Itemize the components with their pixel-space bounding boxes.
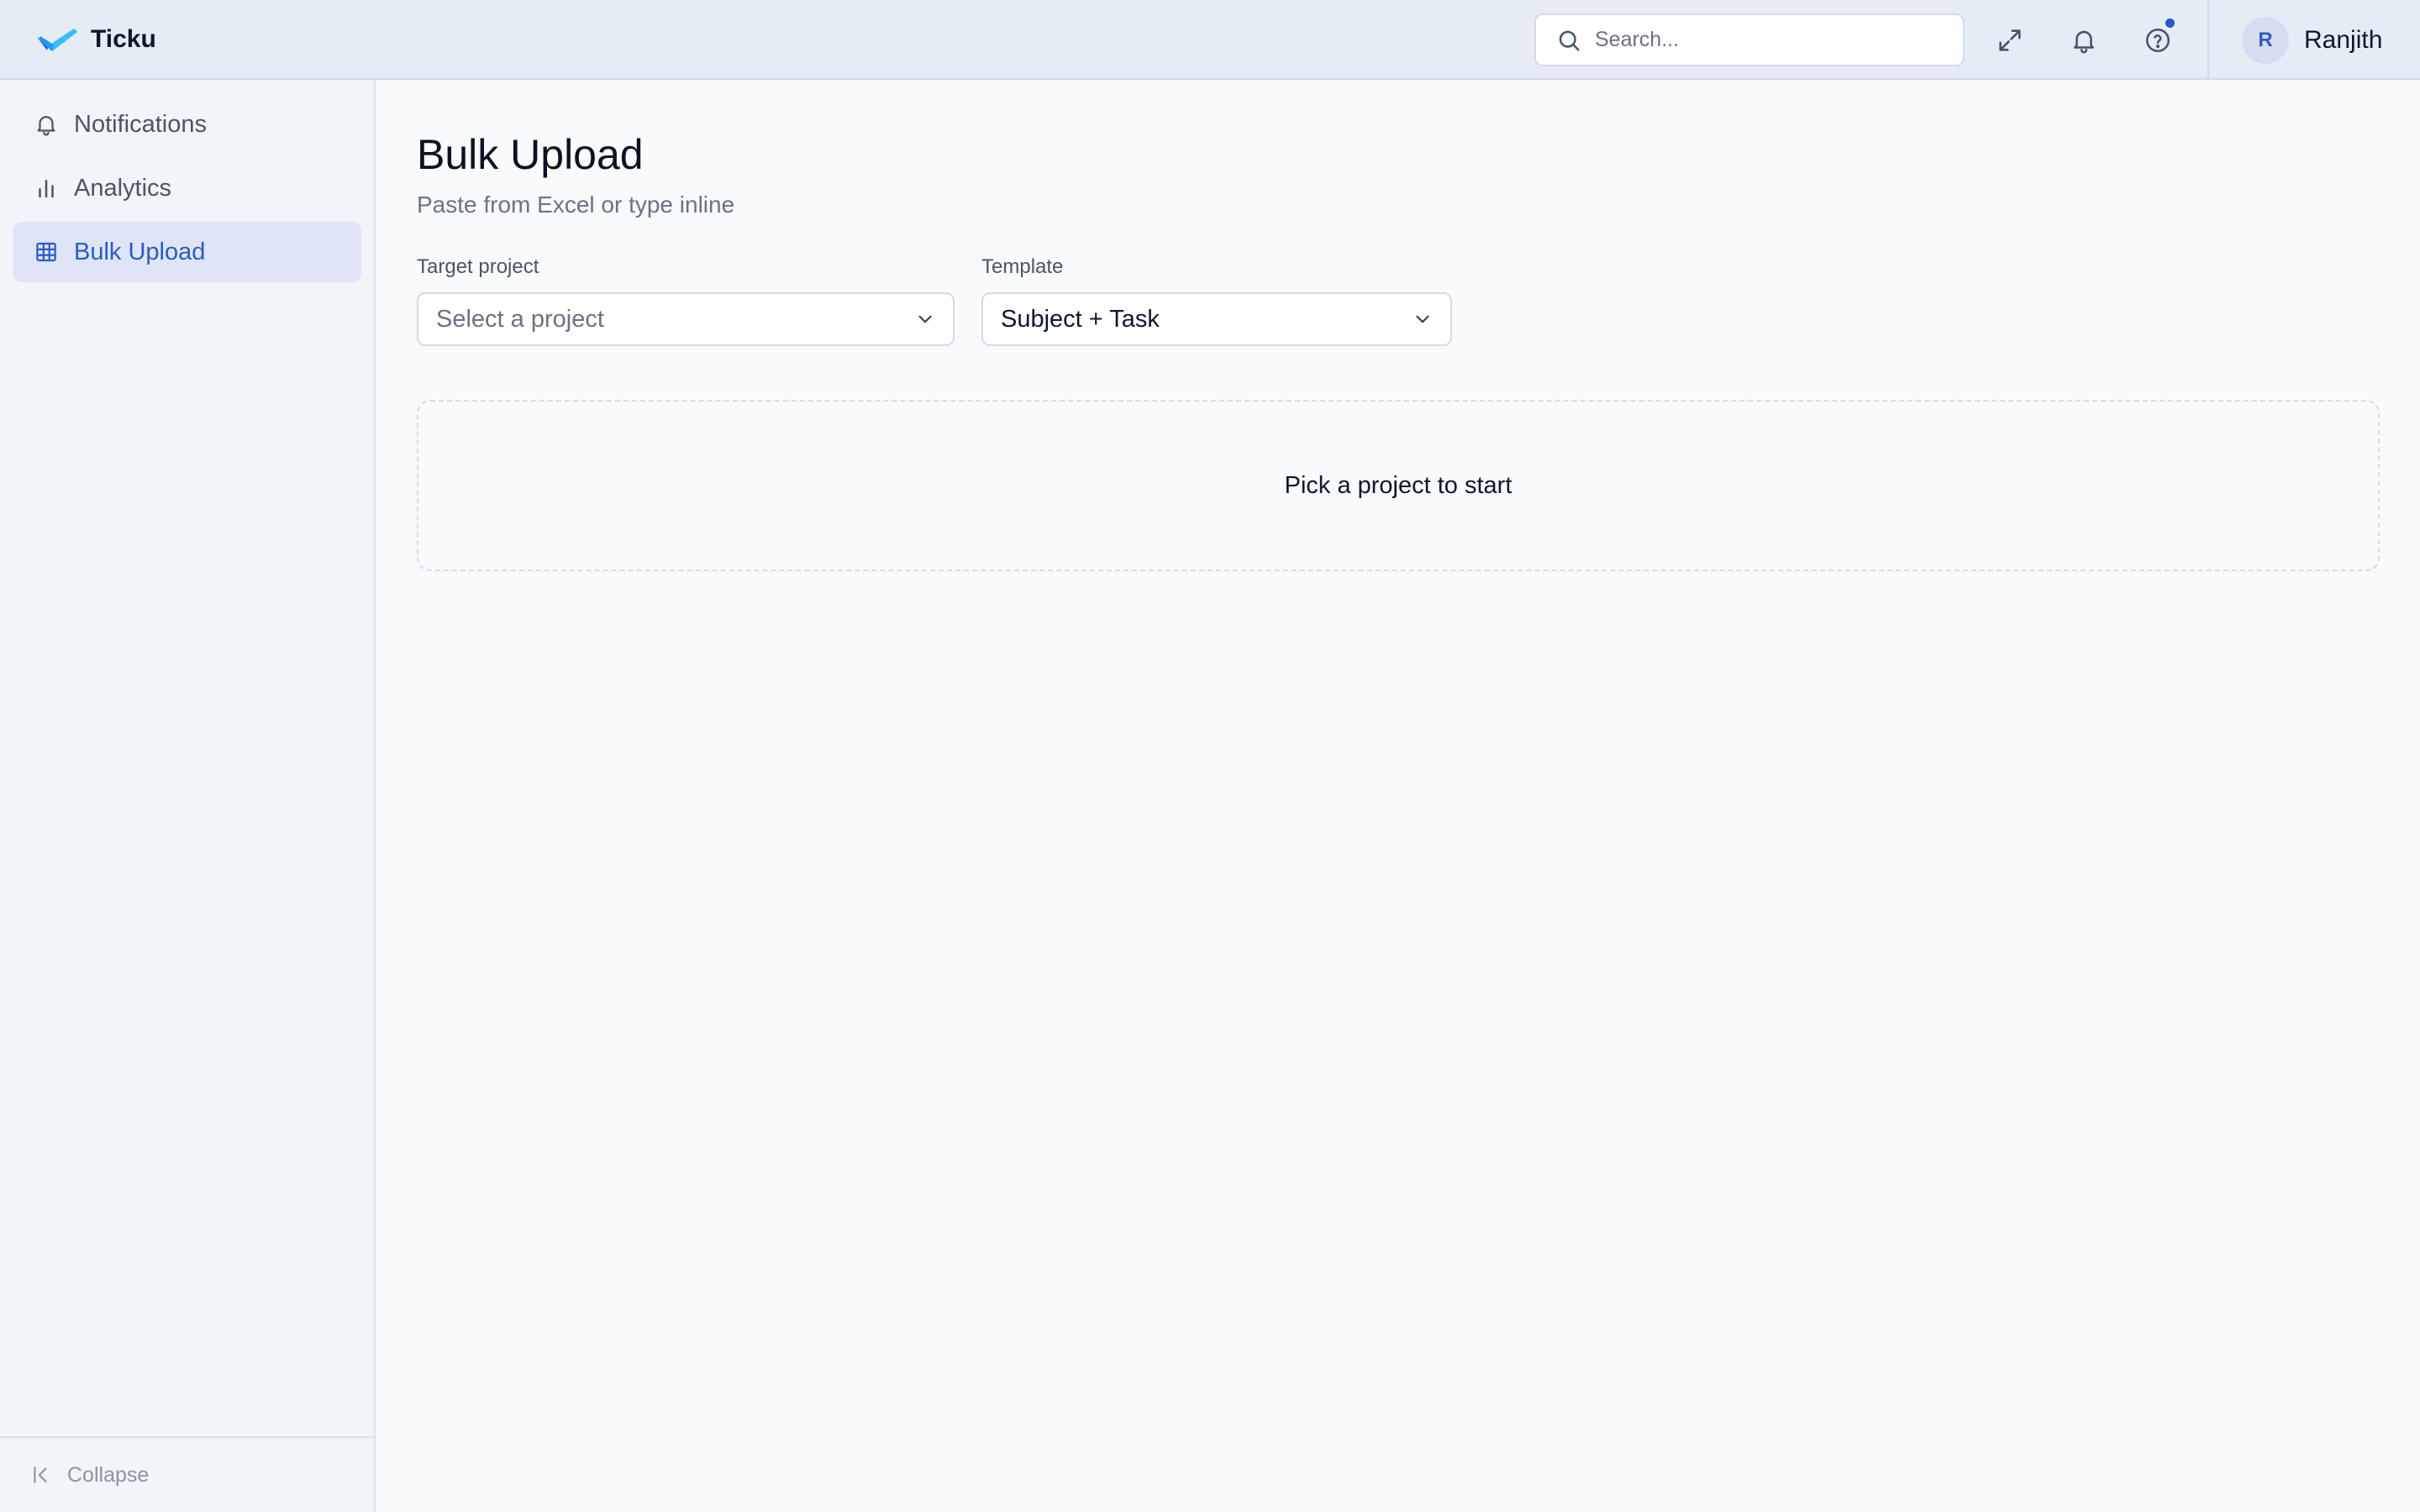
template-select[interactable]: Subject + Task — [981, 292, 1452, 346]
user-name: Ranjith — [2304, 26, 2383, 54]
expand-icon — [1999, 29, 2021, 51]
page-title: Bulk Upload — [417, 131, 644, 178]
table-icon — [36, 242, 56, 262]
header-divider — [2207, 0, 2209, 80]
empty-state-panel: Pick a project to start — [417, 400, 2380, 571]
page-subtitle: Paste from Excel or type inline — [417, 192, 735, 218]
bar-chart-icon — [39, 180, 54, 198]
notifications-button[interactable] — [2065, 22, 2102, 59]
notification-dot — [2165, 18, 2175, 28]
collapse-button[interactable]: Collapse — [0, 1436, 374, 1512]
avatar: R — [2242, 17, 2289, 64]
chevron-down-icon — [1416, 315, 1429, 323]
template-value: Subject + Task — [1001, 305, 1160, 333]
top-header: Ticku R Ranjith — [0, 0, 2420, 80]
sidebar-item-label: Bulk Upload — [74, 238, 206, 265]
help-icon — [2145, 28, 2170, 53]
sidebar-item-bulk-upload[interactable]: Bulk Upload — [13, 222, 361, 282]
sidebar-item-analytics[interactable]: Analytics — [13, 158, 361, 218]
main-content: Bulk Upload Paste from Excel or type inl… — [377, 80, 2420, 1512]
sidebar: Notifications Analytics Bulk Upload Coll… — [0, 80, 376, 1512]
sidebar-item-notifications[interactable]: Notifications — [13, 94, 361, 155]
chevron-down-icon — [918, 315, 932, 323]
ticku-logo-icon — [37, 28, 77, 51]
empty-state-message: Pick a project to start — [1284, 471, 1512, 499]
template-label: Template — [981, 255, 1064, 278]
user-menu[interactable]: R Ranjith — [2242, 17, 2382, 64]
search-box[interactable] — [1534, 13, 1965, 66]
search-input[interactable] — [1595, 28, 1948, 52]
target-project-select[interactable]: Select a project — [417, 292, 955, 346]
fullscreen-button[interactable] — [1991, 22, 2028, 59]
search-icon — [1559, 30, 1580, 50]
target-project-placeholder: Select a project — [436, 305, 604, 333]
bell-icon — [2074, 30, 2094, 54]
app-name: Ticku — [91, 24, 156, 53]
sidebar-item-label: Analytics — [74, 174, 172, 202]
sidebar-item-label: Notifications — [74, 110, 207, 138]
collapse-label: Collapse — [67, 1462, 150, 1487]
bell-icon — [37, 116, 55, 136]
target-project-label: Target project — [417, 255, 539, 278]
help-button[interactable] — [2139, 18, 2176, 59]
collapse-left-icon — [34, 1467, 47, 1483]
brand[interactable]: Ticku — [35, 25, 156, 54]
